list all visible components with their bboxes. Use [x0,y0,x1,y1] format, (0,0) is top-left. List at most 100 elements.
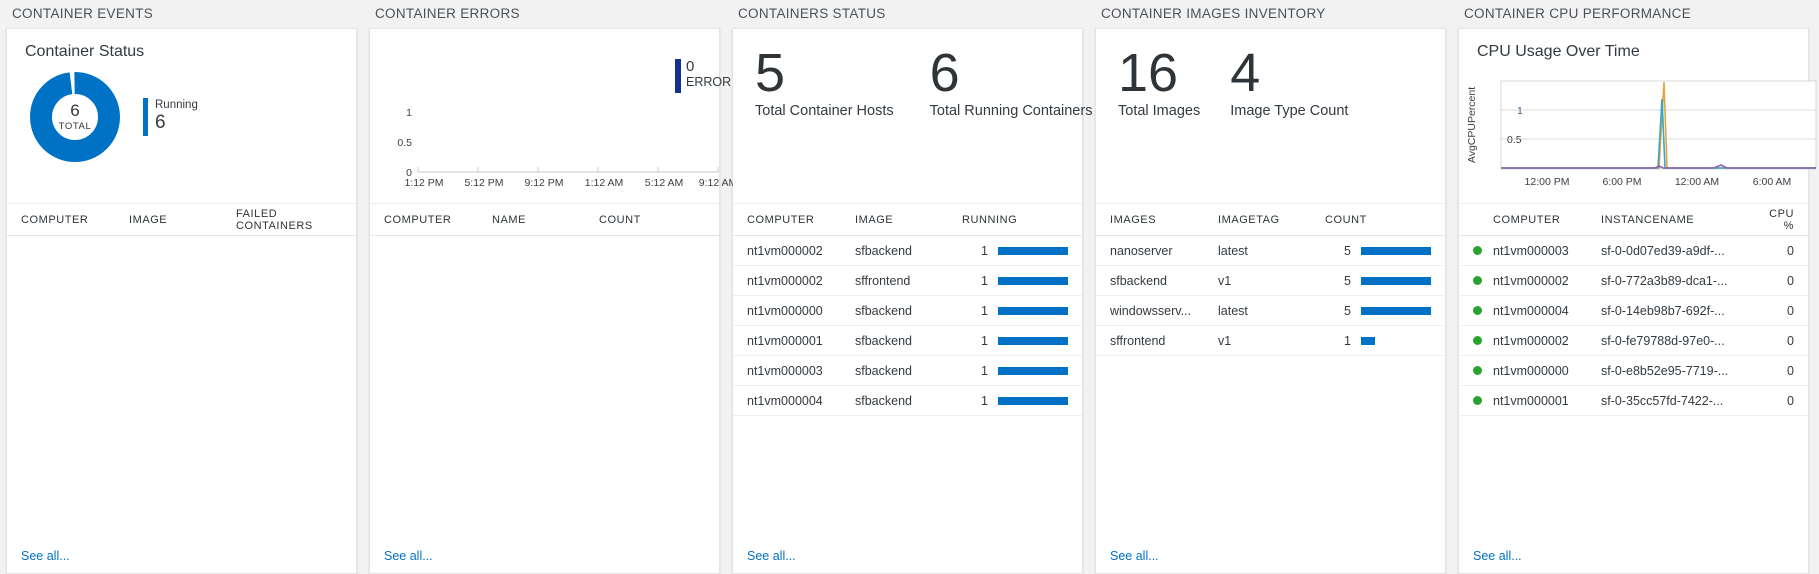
cell-cpu-percent: 0 [1787,393,1794,408]
cell-computer: nt1vm000000 [1493,363,1569,378]
cell-image-name: nanoserver [1110,243,1173,258]
donut-total-label: TOTAL [58,121,92,132]
column-header-computer[interactable]: COMPUTER [384,214,492,226]
cell-computer: nt1vm000002 [1493,333,1569,348]
table-row[interactable]: nt1vm000002 sfbackend 1 [733,236,1082,266]
metric-tile-total-running-containers[interactable]: 6 Total Running Containers [930,45,1093,119]
cell-cpu-percent: 0 [1787,303,1794,318]
cell-running-bar [988,246,1068,255]
table-body: nt1vm000003 sf-0-0d07ed39-a9df-... 0 nt1… [1459,236,1808,539]
panel-title-container-images-inventory: CONTAINER IMAGES INVENTORY [1095,0,1446,28]
see-all-link-cpu-performance[interactable]: See all... [1473,549,1522,563]
see-all-link-containers-status[interactable]: See all... [747,549,796,563]
table-row[interactable]: nt1vm000003 sfbackend 1 [733,356,1082,386]
column-header-computer[interactable]: COMPUTER [21,214,129,226]
table-row[interactable]: nt1vm000004 sfbackend 1 [733,386,1082,416]
table-row[interactable]: nt1vm000000 sfbackend 1 [733,296,1082,326]
column-header-computer[interactable]: COMPUTER [1493,214,1601,226]
panel-container-events: CONTAINER EVENTS Container Status 6 TOTA… [0,0,363,574]
cell-computer: nt1vm000004 [747,393,823,408]
column-header-failed-containers[interactable]: FAILED CONTAINERS [236,208,342,232]
metric-tile-total-container-hosts[interactable]: 5 Total Container Hosts [755,45,894,119]
panel-footer: See all... [1096,539,1445,573]
table-row[interactable]: nt1vm000003 sf-0-0d07ed39-a9df-... 0 [1459,236,1808,266]
column-header-image[interactable]: IMAGE [855,214,962,226]
table-row[interactable]: sfbackend v1 5 [1096,266,1445,296]
x-tick-4: 5:12 AM [645,177,684,189]
panel-footer: See all... [1459,539,1808,573]
cell-instance-name: sf-0-0d07ed39-a9df-... [1601,243,1725,258]
table-row[interactable]: nt1vm000001 sfbackend 1 [733,326,1082,356]
column-header-cpu-percent[interactable]: CPU % [1760,208,1794,232]
card-container-images-inventory: 16 Total Images 4 Image Type Count IMAGE… [1095,28,1446,574]
x-tick-2: 12:00 AM [1675,176,1719,188]
card-container-cpu-performance: CPU Usage Over Time 1 0.5 AvgCPUPercent … [1458,28,1817,574]
column-header-count[interactable]: COUNT [599,214,705,226]
cell-computer: nt1vm000003 [1493,243,1569,258]
card-container-events: Container Status 6 TOTAL Running 6 COMPU… [6,28,357,574]
table-row[interactable]: nanoserver latest 5 [1096,236,1445,266]
table-row[interactable]: nt1vm000001 sf-0-35cc57fd-7422-... 0 [1459,386,1808,416]
table-row[interactable]: nt1vm000002 sffrontend 1 [733,266,1082,296]
panel-title-container-errors: CONTAINER ERRORS [369,0,720,28]
panel-container-errors: CONTAINER ERRORS 0 ERROR 1 0.5 0 1:12 PM… [363,0,733,574]
cell-cpu-percent: 0 [1787,363,1794,378]
cpu-performance-table: COMPUTER INSTANCENAME CPU % nt1vm000003 … [1459,204,1808,539]
table-row[interactable]: nt1vm000004 sf-0-14eb98b7-692f-... 0 [1459,296,1808,326]
status-indicator-icon [1473,274,1493,288]
cell-running-count: 1 [981,303,988,318]
column-header-imagetag[interactable]: IMAGETAG [1218,214,1325,226]
x-tick-2: 9:12 PM [524,177,563,189]
metric-tile-total-images[interactable]: 16 Total Images [1118,45,1200,119]
x-tick-3: 1:12 AM [585,177,624,189]
column-header-image[interactable]: IMAGE [129,214,236,226]
table-row[interactable]: nt1vm000002 sf-0-fe79788d-97e0-... 0 [1459,326,1808,356]
container-errors-line-chart[interactable]: 1 0.5 0 1:12 PM 5:12 PM 9:12 PM 1:12 AM … [370,63,733,198]
panel-footer: See all... [370,539,719,573]
column-header-running[interactable]: RUNNING [962,214,1068,226]
metric-value: 6 [929,43,960,103]
card-container-errors: 0 ERROR 1 0.5 0 1:12 PM 5:12 PM 9:12 PM … [369,28,733,574]
column-header-computer[interactable]: COMPUTER [747,214,855,226]
metric-tile-image-type-count[interactable]: 4 Image Type Count [1230,45,1348,119]
status-indicator-icon [1473,394,1493,408]
table-row[interactable]: nt1vm000002 sf-0-772a3b89-dca1-... 0 [1459,266,1808,296]
column-header-name[interactable]: NAME [492,214,599,226]
cell-instance-name: sf-0-772a3b89-dca1-... [1601,273,1728,288]
container-status-donut-chart[interactable]: 6 TOTAL [29,71,121,163]
cell-computer: nt1vm000000 [747,303,823,318]
status-indicator-icon [1473,334,1493,348]
see-all-link-container-errors[interactable]: See all... [384,549,433,563]
cell-computer: nt1vm000001 [1493,393,1569,408]
cell-cpu-percent: 0 [1787,273,1794,288]
cell-instance-name: sf-0-14eb98b7-692f-... [1601,303,1725,318]
cell-image: sfbackend [855,243,912,258]
see-all-link-container-events[interactable]: See all... [21,549,70,563]
table-row[interactable]: nt1vm000000 sf-0-e8b52e95-7719-... 0 [1459,356,1808,386]
column-header-images[interactable]: IMAGES [1110,214,1218,226]
cell-image-tag: v1 [1218,273,1232,288]
cell-instance-name: sf-0-fe79788d-97e0-... [1601,333,1725,348]
table-body: nanoserver latest 5 sfbackend v1 5 windo… [1096,236,1445,539]
donut-chart-area: 6 TOTAL Running 6 [7,61,356,163]
panel-title-container-events: CONTAINER EVENTS [6,0,357,28]
panel-title-container-cpu-performance: CONTAINER CPU PERFORMANCE [1458,0,1809,28]
x-tick-1: 6:00 PM [1602,176,1641,188]
images-inventory-tiles: 16 Total Images 4 Image Type Count [1096,29,1445,204]
container-errors-table: COMPUTER NAME COUNT [370,204,719,539]
cell-running-bar [988,306,1068,315]
cpu-usage-line-chart[interactable]: 1 0.5 AvgCPUPercent 12:00 PM 6:00 PM 12:… [1459,63,1819,198]
table-header-row: IMAGES IMAGETAG COUNT [1096,204,1445,236]
cell-computer: nt1vm000004 [1493,303,1569,318]
table-row[interactable]: windowsserv... latest 5 [1096,296,1445,326]
column-header-count[interactable]: COUNT [1325,214,1431,226]
column-header-instancename[interactable]: INSTANCENAME [1601,214,1760,226]
cell-computer: nt1vm000002 [1493,273,1569,288]
y-tick-1: 1 [1517,105,1523,117]
cpu-usage-heading: CPU Usage Over Time [1477,43,1640,60]
table-header-row: COMPUTER IMAGE RUNNING [733,204,1082,236]
panel-container-images-inventory: CONTAINER IMAGES INVENTORY 16 Total Imag… [1089,0,1452,574]
see-all-link-images-inventory[interactable]: See all... [1110,549,1159,563]
table-row[interactable]: sffrontend v1 1 [1096,326,1445,356]
cell-image: sfbackend [855,303,912,318]
